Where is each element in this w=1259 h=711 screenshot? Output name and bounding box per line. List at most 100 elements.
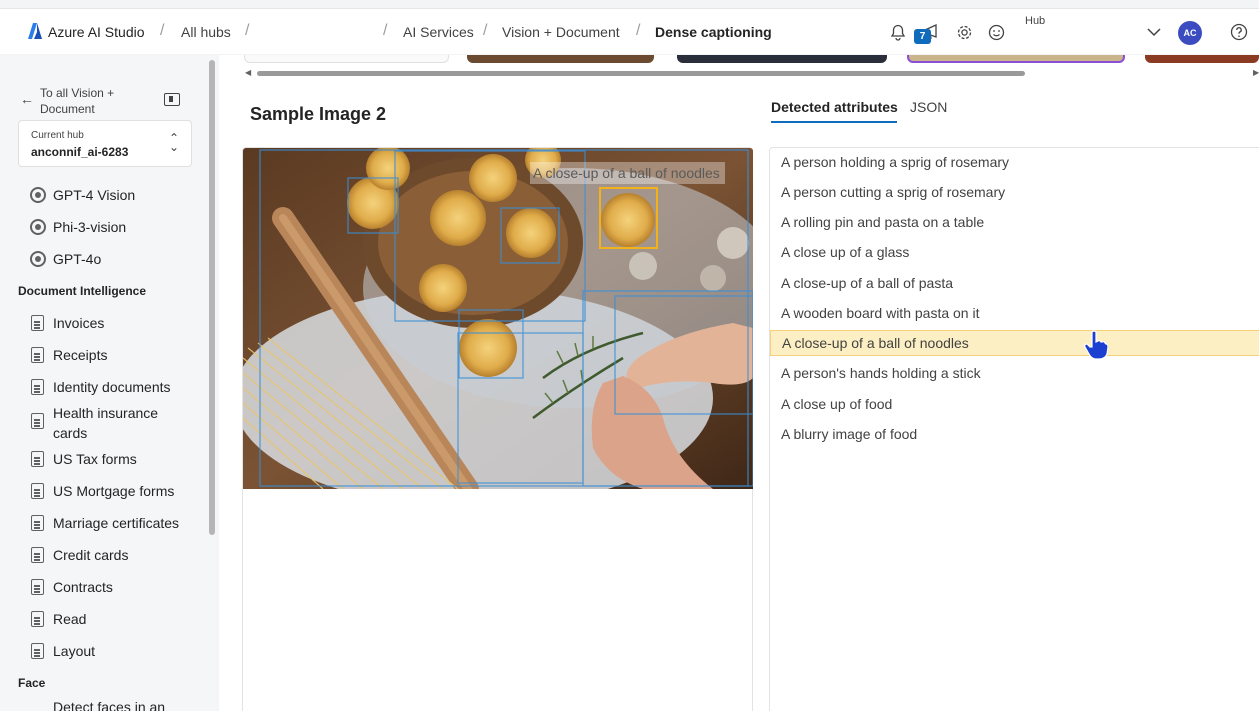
pasta-photo-illustration: A close-up of a ball of noodles [243,148,753,489]
face-icon [30,699,46,711]
sidebar-item-label: Layout [53,643,96,659]
sidebar-item-read[interactable]: Read [30,608,200,630]
document-icon [31,451,44,467]
attribute-item[interactable]: A wooden board with pasta on it [770,300,1259,326]
hand-pointer-cursor-icon [1084,330,1108,360]
sidebar-item-receipts[interactable]: Receipts [30,344,200,366]
attribute-item[interactable]: A close up of a glass [770,239,1259,265]
attribute-item[interactable]: A person cutting a sprig of rosemary [770,179,1259,205]
sidebar-item-layout[interactable]: Layout [30,640,200,662]
sidebar: ← To all Vision + Document Current hub a… [0,55,218,711]
back-link-label: To all Vision + Document [40,86,115,116]
notification-count-badge: 7 [914,29,931,44]
sidebar-item-invoices[interactable]: Invoices [30,312,200,334]
sidebar-item-label: Read [53,611,87,627]
thumbnail-scrollbar[interactable]: ◀ ▶ [243,68,1259,77]
document-icon [31,515,44,531]
sidebar-item-label: GPT-4 Vision [53,187,136,203]
attribute-item[interactable]: A person's hands holding a stick [770,360,1259,386]
tab-detected-attributes[interactable]: Detected attributes [771,99,898,115]
breadcrumb-separator: / [636,22,641,39]
sidebar-item-identity-documents[interactable]: Identity documents [30,376,200,398]
tab-json[interactable]: JSON [910,99,947,115]
attribute-item[interactable]: A rolling pin and pasta on a table [770,209,1259,235]
document-icon [31,579,44,595]
sidebar-item-marriage-certificates[interactable]: Marriage certificates [30,512,200,534]
current-hub-label: Current hub [31,130,84,141]
sidebar-item-label: Contracts [53,579,113,595]
document-icon [31,547,44,563]
attribute-item[interactable]: A close up of food [770,391,1259,417]
sidebar-item-us-mortgage-forms[interactable]: US Mortgage forms [30,480,200,502]
breadcrumb-separator: / [160,22,165,39]
image-preview-panel: A close-up of a ball of noodles [242,147,753,711]
sidebar-item-label: US Mortgage forms [53,483,175,499]
smiley-feedback-icon[interactable] [986,22,1006,42]
current-hub-selector[interactable]: Current hub anconnif_ai-6283 ⌃ ⌄ [18,120,192,167]
eye-icon [30,219,46,235]
scroll-right-icon[interactable]: ▶ [1253,68,1259,77]
sidebar-item-label: Health insurance cards [53,405,159,441]
sidebar-item-label: Credit cards [53,547,129,563]
gear-icon[interactable] [954,22,974,42]
scroll-left-icon[interactable]: ◀ [245,68,251,77]
sidebar-item-label: Identity documents [53,379,171,395]
sample-thumbnail-2[interactable] [467,55,654,63]
sidebar-item-label: Phi-3-vision [53,219,127,235]
sidebar-item-label: US Tax forms [53,451,137,467]
breadcrumb-separator: / [383,22,388,39]
sidebar-item-detect-faces[interactable]: Detect faces in an [30,696,200,711]
azure-ai-logo-icon[interactable] [28,23,42,39]
breadcrumb-vision-document[interactable]: Vision + Document [502,24,620,40]
breadcrumb-ai-services[interactable]: AI Services [403,24,474,40]
chevron-down-icon[interactable] [1144,22,1164,42]
app-title[interactable]: Azure AI Studio [48,24,145,40]
breadcrumb-separator: / [245,22,250,39]
section-document-intelligence: Document Intelligence [18,284,147,298]
active-tab-indicator [771,121,897,123]
collapse-panel-icon[interactable] [164,93,180,106]
user-avatar[interactable]: AC [1178,21,1202,45]
sidebar-item-us-tax-forms[interactable]: US Tax forms [30,448,200,470]
sidebar-scrollbar[interactable] [209,60,215,535]
document-icon [31,643,44,659]
attribute-item[interactable]: A close-up of a ball of pasta [770,270,1259,296]
sidebar-item-label: Invoices [53,315,105,331]
sample-thumbnail-3[interactable] [677,55,887,63]
top-header: Azure AI Studio / All hubs / / AI Servic… [0,8,1259,54]
sample-thumbnail-5[interactable] [1145,55,1259,63]
current-hub-value: anconnif_ai-6283 [31,145,129,159]
sample-thumbnail-1[interactable] [244,55,449,63]
document-icon [31,379,44,395]
help-icon[interactable] [1229,22,1249,42]
main-content: ◀ ▶ Sample Image 2 Detected attributes J… [219,55,1259,711]
attribute-item-selected[interactable]: A close-up of a ball of noodles [770,330,1259,356]
attribute-item[interactable]: A person holding a sprig of rosemary [770,149,1259,175]
hub-selector-label: Hub [1025,15,1046,27]
sample-thumbnail-4-selected[interactable] [907,55,1125,63]
sample-image-thumbnails [239,55,1259,63]
document-icon [31,483,44,499]
sidebar-item-credit-cards[interactable]: Credit cards [30,544,200,566]
attribute-item[interactable]: A blurry image of food [770,421,1259,447]
scrollbar-thumb[interactable] [257,71,1025,76]
chevron-up-down-icon: ⌃ ⌄ [168,131,179,154]
section-face: Face [18,676,46,690]
breadcrumb-separator: / [483,22,488,39]
sidebar-item-label: Detect faces in an [53,699,166,711]
eye-icon [30,251,46,267]
bell-icon[interactable] [888,22,908,42]
sidebar-item-gpt-4-vision[interactable]: GPT-4 Vision [30,184,200,206]
eye-icon [30,187,46,203]
sidebar-item-health-insurance-cards[interactable]: Health insurance cards [30,403,200,443]
document-icon [31,347,44,363]
sample-image[interactable]: A close-up of a ball of noodles [243,148,753,489]
sidebar-item-gpt-4o[interactable]: GPT-4o [30,248,200,270]
sidebar-item-contracts[interactable]: Contracts [30,576,200,598]
back-to-vision-document-link[interactable]: ← To all Vision + Document [20,85,200,117]
document-icon [31,315,44,331]
sidebar-item-label: Marriage certificates [53,515,180,531]
sample-image-title: Sample Image 2 [250,104,387,124]
sidebar-item-phi-3-vision[interactable]: Phi-3-vision [30,216,200,238]
breadcrumb-all-hubs[interactable]: All hubs [181,24,231,40]
